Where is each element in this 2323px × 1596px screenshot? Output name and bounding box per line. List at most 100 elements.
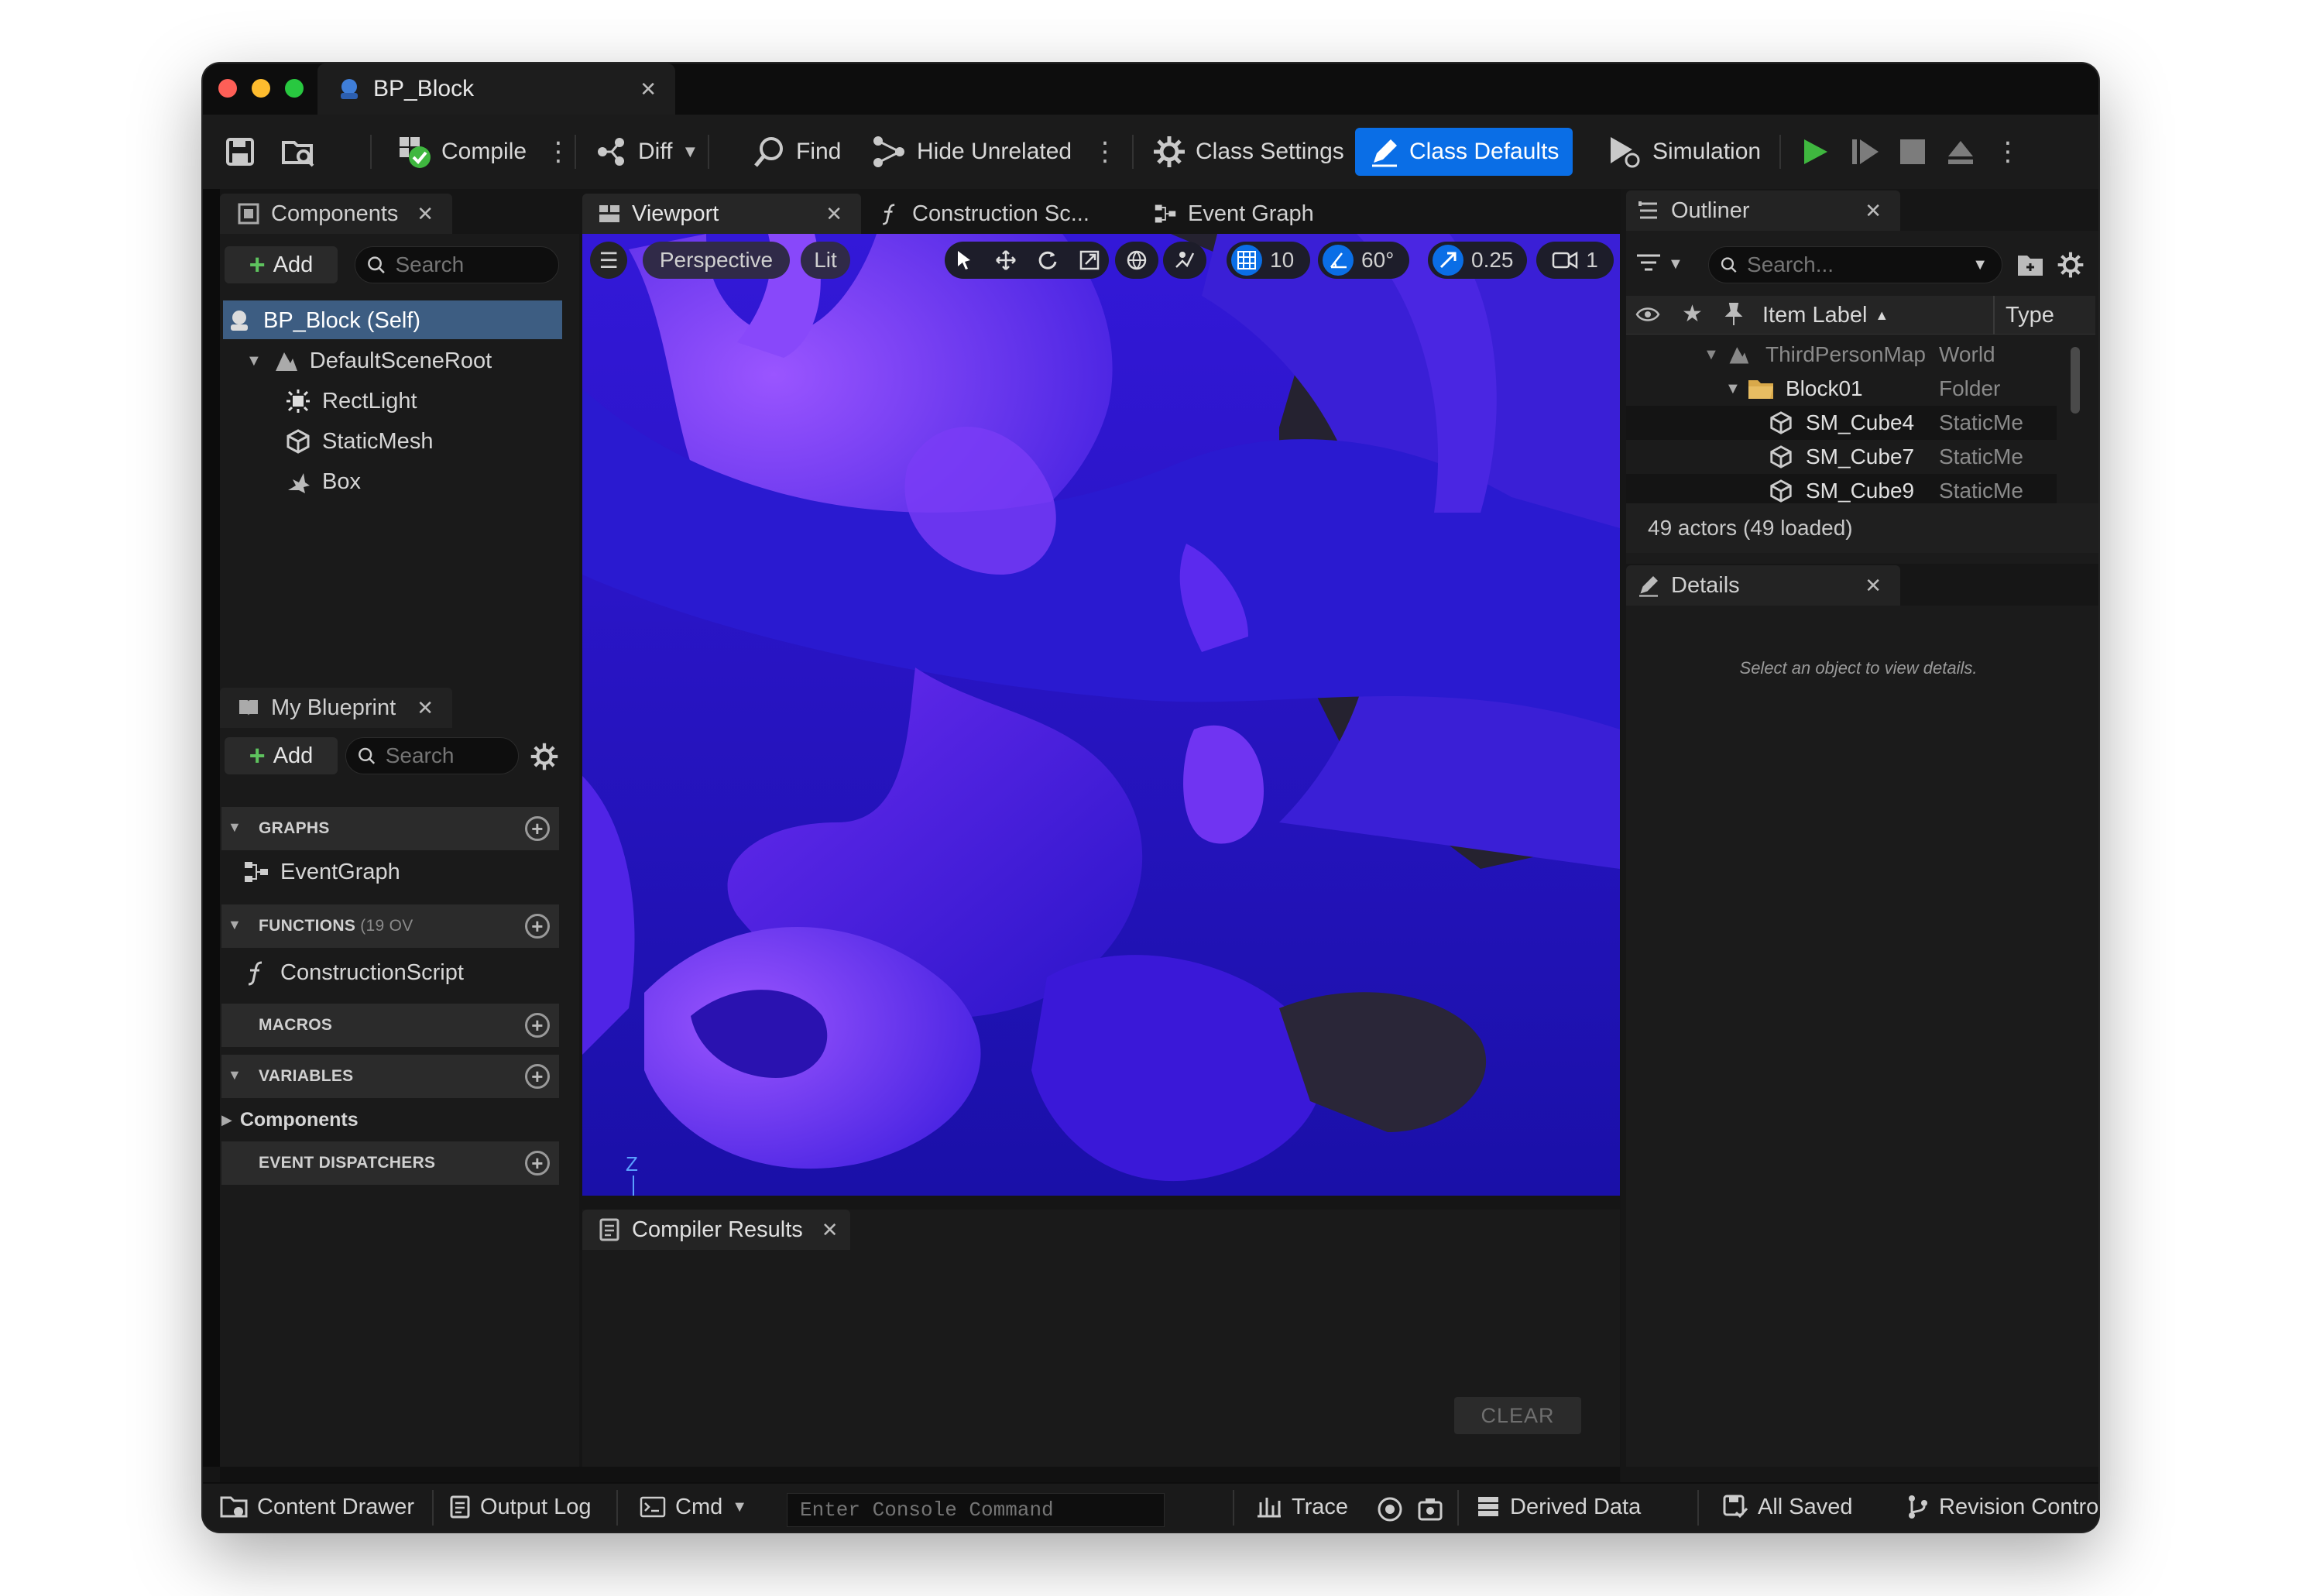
components-tab[interactable]: Components ✕ <box>220 194 452 234</box>
close-tab-icon[interactable]: ✕ <box>640 77 657 101</box>
section-graphs[interactable]: ▼ GRAPHS + <box>221 807 559 850</box>
close-details-icon[interactable]: ✕ <box>1865 574 1882 598</box>
pin-icon[interactable] <box>1724 302 1744 327</box>
component-self[interactable]: BP_Block (Self) <box>226 302 420 339</box>
component-rectlight[interactable]: RectLight <box>285 383 417 420</box>
scale-tool-icon[interactable] <box>1079 249 1100 271</box>
tab-construction-script[interactable]: Construction Sc... <box>869 194 1089 234</box>
outliner-tab[interactable]: Outliner ✕ <box>1626 190 1900 231</box>
all-saved-button[interactable]: All Saved <box>1722 1484 1853 1530</box>
column-item-label[interactable]: Item Label ▲ <box>1762 296 1889 335</box>
viewport-canvas[interactable]: Z Y X <box>582 234 1620 1196</box>
hide-unrelated-options-icon[interactable]: ⋮ <box>1092 136 1118 167</box>
outliner-row[interactable]: SM_Cube7 StaticMe <box>1626 440 2057 474</box>
compile-button[interactable]: Compile ⋮ <box>396 128 571 176</box>
revision-control-button[interactable]: Revision Control <box>1906 1484 2098 1530</box>
find-button[interactable]: Find <box>753 128 841 176</box>
close-compiler-results-icon[interactable]: ✕ <box>822 1218 839 1242</box>
compile-options-icon[interactable]: ⋮ <box>545 136 571 167</box>
tab-compiler-results[interactable]: Compiler Results ✕ <box>582 1210 850 1250</box>
perspective-button[interactable]: Perspective <box>643 242 790 279</box>
zoom-window-button[interactable] <box>285 79 304 98</box>
grid-snap-button[interactable]: 10 <box>1227 242 1310 279</box>
browse-button[interactable] <box>280 128 317 176</box>
event-graph-item[interactable]: EventGraph <box>243 853 400 891</box>
components-add-button[interactable]: + Add <box>225 246 338 283</box>
surface-snap-button[interactable] <box>1163 242 1206 279</box>
output-log-button[interactable]: Output Log <box>449 1484 592 1530</box>
visibility-eye-icon[interactable] <box>1635 305 1660 324</box>
component-staticmesh[interactable]: StaticMesh <box>285 423 433 460</box>
simulation-button[interactable]: Simulation <box>1608 128 1761 176</box>
viewport-menu-button[interactable]: ☰ <box>590 242 627 279</box>
world-local-button[interactable] <box>1115 242 1158 279</box>
cmd-dropdown[interactable]: Cmd ▼ <box>640 1484 747 1530</box>
components-search[interactable] <box>355 246 559 283</box>
column-type[interactable]: Type <box>2006 296 2054 335</box>
variables-components-category[interactable]: ▶ Components <box>221 1101 359 1138</box>
console-command-field[interactable] <box>787 1493 1165 1527</box>
play-icon[interactable] <box>1800 136 1831 167</box>
outliner-row[interactable]: ▼ ThirdPersonMap World <box>1626 338 2057 372</box>
tab-event-graph[interactable]: Event Graph <box>1144 194 1314 234</box>
add-event-dispatcher-icon[interactable]: + <box>525 1151 550 1176</box>
components-search-input[interactable] <box>395 252 558 277</box>
details-tab[interactable]: Details ✕ <box>1626 565 1900 606</box>
component-box[interactable]: Box <box>285 463 361 500</box>
class-settings-button[interactable]: Class Settings <box>1152 128 1344 176</box>
screenshot-icon[interactable] <box>1417 1496 1443 1522</box>
add-folder-icon[interactable] <box>2016 252 2044 277</box>
outliner-filter-button[interactable]: ▼ <box>1635 246 1697 282</box>
hide-unrelated-button[interactable]: Hide Unrelated ⋮ <box>872 128 1118 176</box>
my-blueprint-search-input[interactable] <box>385 743 518 768</box>
close-viewport-icon[interactable]: ✕ <box>825 202 842 226</box>
close-my-blueprint-icon[interactable]: ✕ <box>417 696 434 720</box>
add-function-icon[interactable]: + <box>525 914 550 939</box>
document-tab[interactable]: BP_Block ✕ <box>317 63 675 115</box>
outliner-row[interactable]: SM_Cube4 StaticMe <box>1626 406 2057 440</box>
trace-button[interactable]: Trace <box>1256 1484 1348 1530</box>
stop-icon[interactable] <box>1899 138 1927 166</box>
lit-button[interactable]: Lit <box>801 242 850 279</box>
outliner-settings-icon[interactable] <box>2057 251 2085 279</box>
save-button[interactable] <box>225 128 256 176</box>
my-blueprint-tab[interactable]: My Blueprint ✕ <box>220 688 452 728</box>
section-functions[interactable]: ▼ FUNCTIONS (19 OV + <box>221 904 559 948</box>
close-components-icon[interactable]: ✕ <box>417 202 434 226</box>
console-command-input[interactable] <box>800 1498 1164 1522</box>
rotation-snap-button[interactable]: 60° <box>1318 242 1409 279</box>
diff-button[interactable]: Diff ▼ <box>595 128 698 176</box>
my-blueprint-add-button[interactable]: + Add <box>225 737 338 774</box>
outliner-scrollbar[interactable] <box>2071 347 2080 414</box>
favorite-star-icon[interactable]: ★ <box>1682 300 1703 328</box>
add-macro-icon[interactable]: + <box>525 1013 550 1038</box>
outliner-row[interactable]: ▼ Block01 Folder <box>1626 372 2057 406</box>
component-defaultsceneroot[interactable]: ▼ DefaultSceneRoot <box>246 342 492 379</box>
content-drawer-button[interactable]: Content Drawer <box>220 1484 414 1530</box>
close-outliner-icon[interactable]: ✕ <box>1865 199 1882 223</box>
minimize-window-button[interactable] <box>252 79 270 98</box>
construction-script-item[interactable]: ConstructionScript <box>243 954 464 991</box>
close-window-button[interactable] <box>218 79 237 98</box>
outliner-search-input[interactable] <box>1747 252 1964 277</box>
section-macros[interactable]: MACROS + <box>221 1004 559 1047</box>
scale-snap-button[interactable]: 0.25 <box>1428 242 1527 279</box>
eject-icon[interactable] <box>1945 136 1976 167</box>
step-icon[interactable] <box>1849 136 1880 167</box>
section-variables[interactable]: ▼ VARIABLES + <box>221 1055 559 1098</box>
class-defaults-button[interactable]: Class Defaults <box>1355 128 1573 176</box>
record-icon[interactable] <box>1377 1496 1403 1522</box>
play-options-icon[interactable]: ⋮ <box>1995 136 2021 167</box>
tab-viewport[interactable]: Viewport ✕ <box>582 194 861 234</box>
clear-button[interactable]: CLEAR <box>1454 1397 1581 1434</box>
select-tool-icon[interactable] <box>953 249 975 271</box>
section-event-dispatchers[interactable]: EVENT DISPATCHERS + <box>221 1141 559 1185</box>
camera-speed-button[interactable]: 1 <box>1536 242 1614 279</box>
translate-tool-icon[interactable] <box>995 249 1017 271</box>
rotate-tool-icon[interactable] <box>1037 249 1059 271</box>
my-blueprint-search[interactable] <box>345 737 519 774</box>
add-variable-icon[interactable]: + <box>525 1064 550 1089</box>
derived-data-button[interactable]: Derived Data <box>1476 1484 1641 1530</box>
add-graph-icon[interactable]: + <box>525 816 550 841</box>
outliner-search[interactable]: ▼ <box>1708 246 2002 283</box>
